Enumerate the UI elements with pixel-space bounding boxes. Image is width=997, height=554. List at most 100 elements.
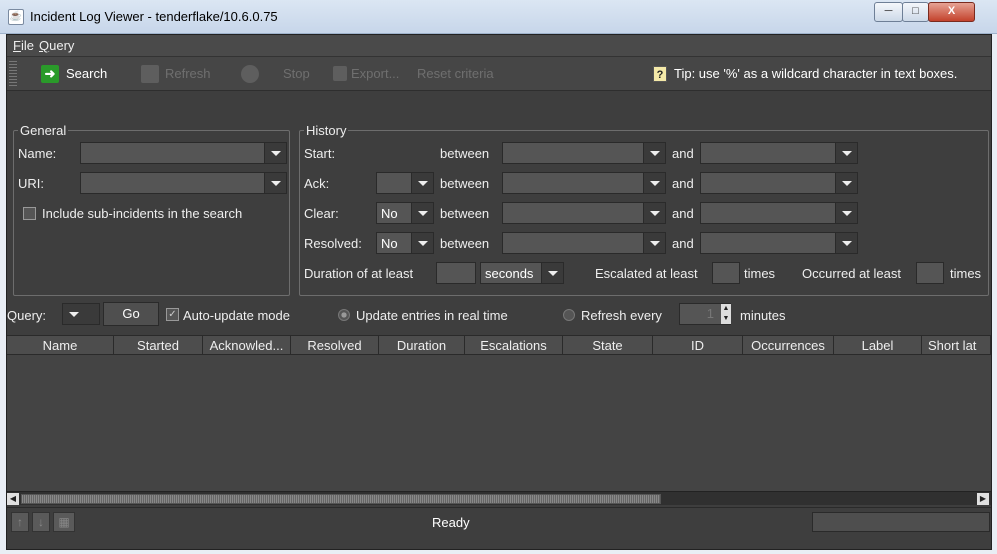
refresh-every-radio[interactable] [563, 309, 575, 321]
auto-update-checkbox[interactable]: ✓ [166, 308, 179, 321]
java-app-icon: ☕ [8, 9, 24, 25]
chevron-down-icon[interactable] [643, 203, 665, 223]
start-from-combo[interactable] [502, 142, 666, 164]
scroll-right-icon[interactable]: ▶ [977, 493, 989, 505]
resolved-combo[interactable]: No [376, 232, 434, 254]
chevron-down-icon[interactable] [411, 173, 433, 193]
name-combo[interactable] [80, 142, 287, 164]
query-label: Query: [7, 308, 47, 323]
scroll-left-icon[interactable]: ◀ [7, 493, 19, 505]
close-button[interactable]: X [928, 2, 975, 22]
table-header: Name Started Acknowled... Resolved Durat… [7, 335, 991, 355]
general-panel: General Name: URI: Include sub-incidents… [13, 123, 290, 296]
column-short-label[interactable]: Short lat [922, 336, 991, 354]
minutes-label: minutes [740, 308, 786, 323]
clear-to-combo[interactable] [700, 202, 858, 224]
resolved-to-combo[interactable] [700, 232, 858, 254]
arrow-up-icon[interactable]: ↑ [11, 512, 29, 532]
menu-query[interactable]: Query [39, 38, 74, 53]
realtime-radio[interactable] [338, 309, 350, 321]
realtime-label: Update entries in real time [356, 308, 508, 323]
clear-between-label: between [440, 206, 490, 221]
column-acknowledged[interactable]: Acknowled... [203, 336, 291, 354]
title-bar: ☕ Incident Log Viewer - tenderflake/10.6… [0, 0, 997, 34]
ack-combo[interactable] [376, 172, 434, 194]
refresh-button[interactable]: Refresh [165, 66, 211, 81]
ack-label: Ack: [304, 176, 330, 191]
ack-and-label: and [672, 176, 694, 191]
history-legend: History [304, 123, 349, 138]
column-id[interactable]: ID [653, 336, 743, 354]
chevron-down-icon[interactable] [835, 173, 857, 193]
ack-to-combo[interactable] [700, 172, 858, 194]
ack-between-label: between [440, 176, 490, 191]
reset-criteria-button[interactable]: Reset criteria [417, 66, 494, 81]
column-duration[interactable]: Duration [379, 336, 465, 354]
chevron-down-icon[interactable] [264, 143, 286, 163]
chevron-down-icon[interactable] [411, 203, 433, 223]
status-field [812, 512, 990, 532]
chevron-down-icon[interactable] [411, 233, 433, 253]
go-button[interactable]: Go [103, 302, 159, 326]
column-escalations[interactable]: Escalations [465, 336, 563, 354]
duration-input[interactable] [436, 262, 476, 284]
search-button[interactable]: Search [66, 66, 107, 81]
clear-and-label: and [672, 206, 694, 221]
maximize-button[interactable]: □ [902, 2, 929, 22]
uri-combo[interactable] [80, 172, 287, 194]
menu-bar: File Query [7, 35, 991, 57]
column-name[interactable]: Name [7, 336, 114, 354]
chevron-down-icon[interactable] [541, 263, 563, 283]
clear-combo[interactable]: No [376, 202, 434, 224]
horizontal-scrollbar[interactable]: ◀ ▶ [7, 491, 991, 505]
menu-file[interactable]: File [13, 38, 34, 53]
toolbar: ➜ Search Refresh Stop Export... Reset cr… [7, 57, 991, 91]
tip-text: Tip: use '%' as a wildcard character in … [674, 66, 958, 81]
minimize-button[interactable]: ─ [874, 2, 903, 22]
resolved-label: Resolved: [304, 236, 362, 251]
export-icon [333, 66, 347, 81]
escalated-label: Escalated at least [595, 266, 698, 281]
scrollbar-thumb[interactable] [21, 494, 661, 504]
chevron-down-icon[interactable] [835, 203, 857, 223]
notes-icon[interactable]: ▦ [53, 512, 75, 532]
query-combo[interactable] [62, 303, 100, 325]
include-sub-incidents-checkbox[interactable] [23, 207, 36, 220]
occurred-times-label: times [950, 266, 982, 281]
escalated-input[interactable] [712, 262, 740, 284]
status-bar: ↑ ↓ ▦ Ready [7, 507, 991, 535]
chevron-down-icon[interactable] [264, 173, 286, 193]
column-state[interactable]: State [563, 336, 653, 354]
refresh-every-label: Refresh every [581, 308, 662, 323]
column-resolved[interactable]: Resolved [291, 336, 379, 354]
incident-table-body[interactable] [7, 355, 991, 491]
column-label[interactable]: Label [834, 336, 922, 354]
start-to-combo[interactable] [700, 142, 858, 164]
export-button[interactable]: Export... [351, 66, 399, 81]
resolved-and-label: and [672, 236, 694, 251]
include-sub-incidents-label: Include sub-incidents in the search [42, 206, 243, 221]
toolbar-grip[interactable] [9, 61, 17, 87]
column-started[interactable]: Started [114, 336, 203, 354]
chevron-down-icon[interactable] [643, 143, 665, 163]
duration-label: Duration of at least [304, 266, 414, 281]
chevron-down-icon[interactable] [643, 233, 665, 253]
duration-unit-combo[interactable]: seconds [480, 262, 564, 284]
ack-from-combo[interactable] [502, 172, 666, 194]
chevron-down-icon[interactable] [835, 233, 857, 253]
occurred-label: Occurred at least [802, 266, 901, 281]
clear-from-combo[interactable] [502, 202, 666, 224]
spinner-arrows-icon[interactable]: ▲ ▼ [721, 304, 731, 324]
arrow-down-icon[interactable]: ↓ [32, 512, 50, 532]
chevron-down-icon[interactable] [643, 173, 665, 193]
clear-value: No [381, 206, 398, 221]
chevron-down-icon[interactable] [63, 304, 99, 324]
resolved-from-combo[interactable] [502, 232, 666, 254]
stop-icon [241, 65, 259, 83]
window-title: Incident Log Viewer - tenderflake/10.6.0… [30, 9, 278, 24]
stop-button[interactable]: Stop [283, 66, 310, 81]
escalated-times-label: times [744, 266, 776, 281]
occurred-input[interactable] [916, 262, 944, 284]
column-occurrences[interactable]: Occurrences [743, 336, 834, 354]
chevron-down-icon[interactable] [835, 143, 857, 163]
